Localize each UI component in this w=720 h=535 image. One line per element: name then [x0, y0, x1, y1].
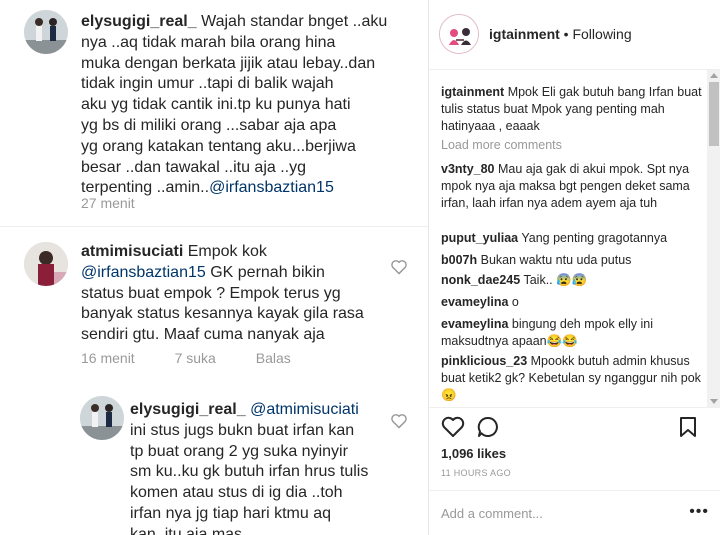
avatar[interactable] — [80, 396, 124, 440]
list-item: b007h Bukan waktu ntu uda putus — [441, 253, 632, 267]
comment-username[interactable]: elysugigi_real_ — [130, 401, 246, 418]
comment-text: atmimisuciati Empok kok @irfansbaztian15… — [81, 243, 364, 344]
zoomed-comments-panel: elysugigi_real_ Wajah standar bnget ..ak… — [0, 0, 428, 535]
list-item: puput_yuliaa Yang penting gragotannya — [441, 231, 668, 245]
post-actions — [429, 407, 720, 447]
list-item: evameylina o — [441, 295, 519, 309]
like-heart-icon[interactable] — [390, 259, 408, 275]
comment-username[interactable]: puput_yuliaa — [441, 231, 518, 245]
comment-username[interactable]: evameylina — [441, 295, 508, 309]
mention-link[interactable]: @irfansbaztian15 — [81, 264, 206, 281]
like-heart-icon[interactable] — [390, 413, 408, 429]
post-timestamp: 11 HOURS AGO — [441, 468, 511, 478]
list-item: evameylina bingung deh mpok elly ini mak… — [441, 317, 653, 348]
comment-likes[interactable]: 7 suka — [175, 350, 216, 366]
account-name[interactable]: igtainment — [489, 26, 560, 42]
avatar[interactable] — [24, 242, 68, 286]
following-button[interactable]: Following — [572, 26, 631, 42]
comment-time: 27 menit — [81, 195, 135, 211]
post-header: igtainment • Following — [429, 0, 720, 70]
heart-icon[interactable] — [441, 416, 465, 438]
mention-link[interactable]: @atmimisuciati — [250, 401, 359, 418]
comment-username[interactable]: v3nty_80 — [441, 162, 495, 176]
account-avatar[interactable] — [439, 14, 479, 54]
comment-text: elysugigi_real_ @atmimisuciati ini stus … — [130, 401, 369, 535]
list-item: v3nty_80 Mau aja gak di akui mpok. Spt n… — [441, 162, 690, 210]
likes-count[interactable]: 1,096 likes — [441, 446, 506, 461]
bookmark-icon[interactable] — [679, 416, 697, 438]
comment-username[interactable]: nonk_dae245 — [441, 273, 520, 287]
divider — [0, 226, 428, 227]
avatar[interactable] — [24, 10, 68, 54]
comments-scrollbar[interactable] — [707, 70, 720, 407]
header-account: igtainment • Following — [489, 26, 632, 42]
comment-text: elysugigi_real_ Wajah standar bnget ..ak… — [81, 13, 388, 197]
scrollbar-thumb[interactable] — [709, 82, 719, 146]
add-comment-input[interactable]: Add a comment... — [441, 506, 543, 521]
more-options-icon[interactable]: ••• — [689, 503, 709, 521]
list-item: pinklicious_23 Mpookk butuh admin khusus… — [441, 354, 701, 402]
caption: igtainment Mpok Eli gak butuh bang Irfan… — [441, 85, 702, 133]
post-sidebar: igtainment • Following igtainment Mpok E… — [428, 0, 720, 535]
load-more-comments[interactable]: Load more comments — [441, 137, 703, 154]
list-item: nonk_dae245 Taik.. 😰😰 — [441, 273, 588, 287]
comment-username[interactable]: evameylina — [441, 317, 508, 331]
scroll-up-icon[interactable] — [710, 73, 718, 78]
caption-username[interactable]: igtainment — [441, 85, 504, 99]
comments-list: igtainment Mpok Eli gak butuh bang Irfan… — [429, 70, 707, 407]
mention-link[interactable]: @irfansbaztian15 — [209, 179, 334, 196]
comment-time: 16 menit — [81, 350, 135, 366]
scroll-down-icon[interactable] — [710, 399, 718, 404]
add-comment-bar: Add a comment... ••• — [429, 490, 720, 535]
comment-username[interactable]: atmimisuciati — [81, 243, 183, 260]
comment-username[interactable]: b007h — [441, 253, 477, 267]
comment-username[interactable]: elysugigi_real_ — [81, 13, 197, 30]
comment-username[interactable]: pinklicious_23 — [441, 354, 527, 368]
reply-link[interactable]: Balas — [256, 350, 291, 366]
comment-icon[interactable] — [477, 416, 499, 438]
comment-meta: 16 menit 7 suka Balas — [81, 350, 327, 366]
comment-meta: 27 menit — [81, 195, 171, 211]
